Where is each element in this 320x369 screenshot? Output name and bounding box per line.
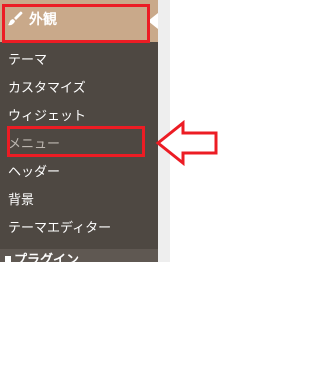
highlight-box-menus (7, 126, 145, 157)
submenu-item-customize[interactable]: カスタマイズ (0, 75, 158, 103)
highlight-box-appearance (2, 4, 150, 43)
submenu-item-themes[interactable]: テーマ (0, 47, 158, 75)
pointer-arrow-icon (155, 120, 218, 166)
menu-plugins-header[interactable]: プラグイン (0, 249, 158, 262)
submenu-item-theme-editor[interactable]: テーマエディター (0, 215, 158, 243)
submenu-item-background[interactable]: 背景 (0, 187, 158, 215)
submenu-item-header[interactable]: ヘッダー (0, 159, 158, 187)
plugin-icon (5, 256, 11, 262)
menu-plugins-label: プラグイン (14, 253, 80, 262)
